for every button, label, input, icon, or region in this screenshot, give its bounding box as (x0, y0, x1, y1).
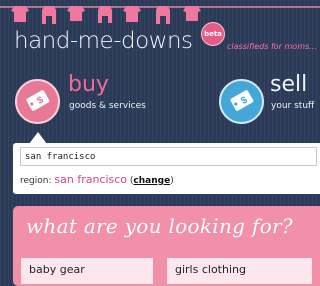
region-line: region: san francisco (change) (20, 173, 174, 186)
change-region-link[interactable]: change (133, 176, 170, 186)
baby-clothes-illustration (11, 6, 201, 24)
region-panel: region: san francisco (change) (13, 143, 320, 194)
region-name: san francisco (54, 173, 128, 186)
tag-dollar-icon: $ (26, 90, 50, 111)
buy-title[interactable]: buy (68, 72, 109, 97)
region-label: region: (20, 176, 52, 186)
category-heading: what are you looking for? (26, 214, 293, 238)
price-tag-icon: $ (230, 90, 254, 111)
buy-button[interactable]: $ (15, 79, 60, 124)
buy-subtitle: goods & services (69, 101, 146, 111)
sell-subtitle: your stuff (271, 101, 315, 111)
site-logo[interactable]: hand-me-downs (14, 28, 193, 54)
beta-badge: beta (202, 23, 224, 45)
category-baby-gear[interactable]: baby gear (21, 258, 153, 284)
category-panel: what are you looking for? baby gear girl… (13, 206, 320, 286)
sell-button[interactable]: $ (219, 79, 264, 124)
location-search-input[interactable] (20, 147, 317, 166)
tagline: classifieds for moms... (227, 42, 317, 51)
sell-title[interactable]: sell (270, 72, 307, 97)
category-girls-clothing[interactable]: girls clothing (167, 258, 312, 284)
